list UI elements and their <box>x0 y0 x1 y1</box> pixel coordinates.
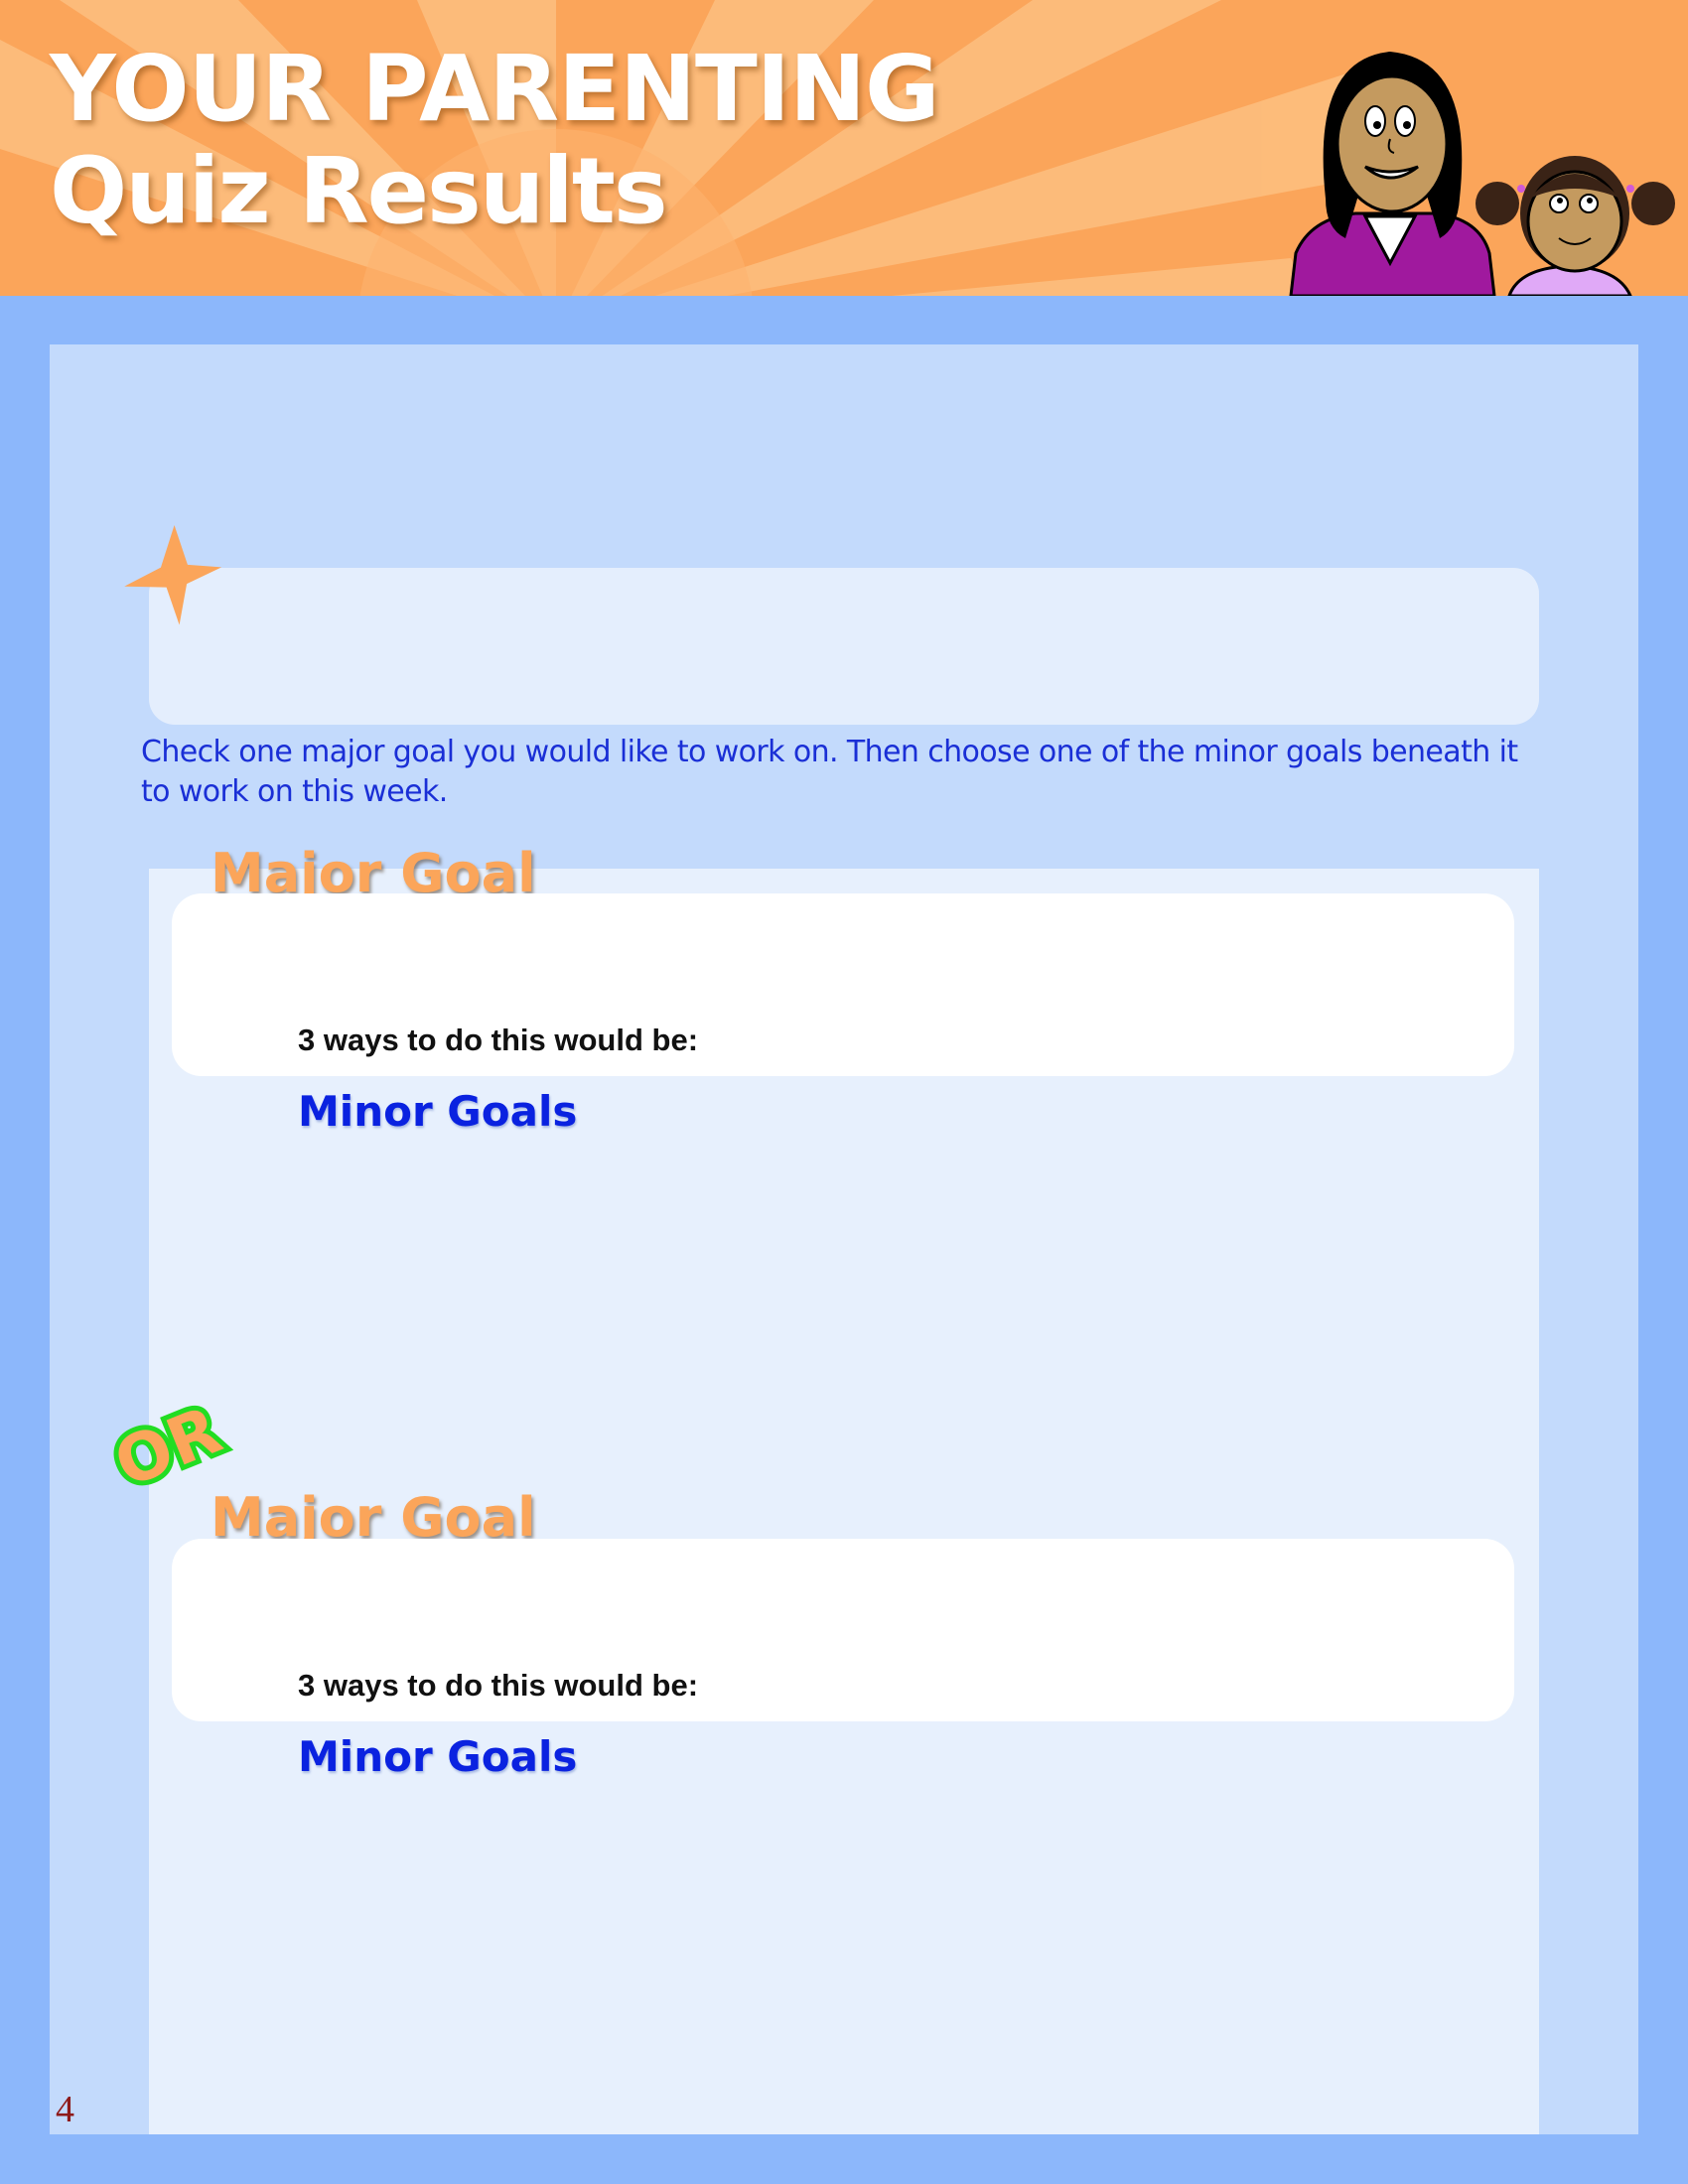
minor-goals-title: Minor Goals <box>298 1732 578 1781</box>
page-number: 4 <box>56 2089 74 2130</box>
goal-box[interactable] <box>149 568 1539 725</box>
minor-goals-title: Minor Goals <box>298 1087 578 1136</box>
star-icon <box>124 525 222 625</box>
ways-label: 3 ways to do this would be: <box>298 1023 699 1057</box>
mother-figure <box>1289 52 1496 296</box>
or-label: OR <box>104 1395 231 1494</box>
daughter-figure <box>1476 156 1675 296</box>
page-header: YOUR PARENTING Quiz Results <box>0 0 1688 296</box>
mother-and-daughter-illustration <box>1289 52 1675 296</box>
instructions-text: Check one major goal you would like to w… <box>141 735 1518 809</box>
page-title: YOUR PARENTING Quiz Results <box>50 38 939 242</box>
or-badge: OR <box>99 1395 236 1494</box>
title-line-1: YOUR PARENTING <box>50 36 939 142</box>
ways-label: 3 ways to do this would be: <box>298 1668 699 1703</box>
title-line-2: Quiz Results <box>50 138 668 245</box>
